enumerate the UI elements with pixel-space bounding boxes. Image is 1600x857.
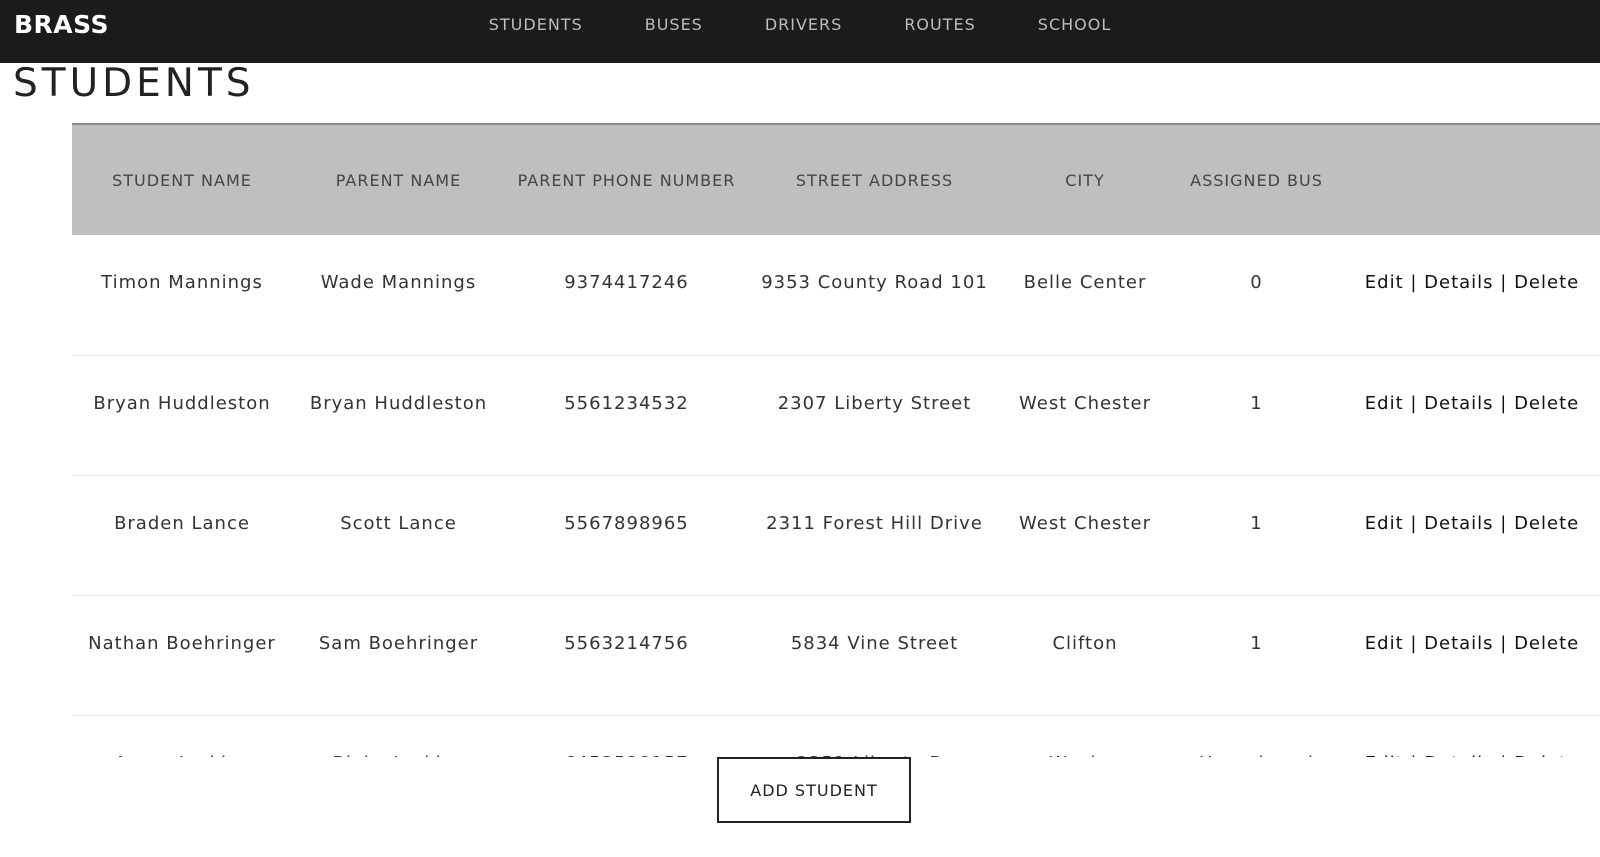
cell-parent-phone: 6453528157 xyxy=(505,715,748,758)
cell-street-address: 5834 Vine Street xyxy=(790,632,959,654)
cell-assigned-bus: 1 xyxy=(1250,512,1263,534)
cell-assigned-bus: 1 xyxy=(1250,392,1263,414)
header-city: CITY xyxy=(1001,123,1169,235)
nav-students[interactable]: STUDENTS xyxy=(458,0,614,50)
cell-assigned-bus: 1 xyxy=(1250,632,1263,654)
cell-parent-phone: 5561234532 xyxy=(564,392,689,414)
top-nav-bar: BRASS STUDENTS BUSES DRIVERS ROUTES SCHO… xyxy=(0,0,1600,63)
cell-street-address: 9353 County Road 101 xyxy=(761,272,988,293)
nav-drivers[interactable]: DRIVERS xyxy=(734,0,873,50)
nav-school[interactable]: SCHOOL xyxy=(1007,0,1142,50)
cell-city: West Chester xyxy=(1019,392,1151,414)
cell-parent-phone: 5567898965 xyxy=(564,512,689,534)
cell-actions: Edit | Details | Delete xyxy=(1344,235,1600,355)
table-header-row: STUDENT NAME PARENT NAME PARENT PHONE NU… xyxy=(72,123,1600,235)
cell-actions: Edit | Details | Delete xyxy=(1344,715,1600,758)
cell-city: Belle Center xyxy=(1023,272,1147,293)
header-actions xyxy=(1344,123,1600,235)
cell-student-name: Nathan Boehringer xyxy=(88,632,276,654)
header-parent-name: PARENT NAME xyxy=(292,123,505,235)
delete-link[interactable]: Delete xyxy=(1514,633,1579,654)
add-student-button[interactable]: ADD STUDENT xyxy=(717,757,911,823)
nav-routes[interactable]: ROUTES xyxy=(873,0,1006,50)
cell-street-address: 2311 Forest Hill Drive xyxy=(766,512,983,534)
cell-street-address: 2351 Liberty Dr xyxy=(748,715,1001,758)
cell-actions: Edit | Details | Delete xyxy=(1344,595,1600,715)
page-title: STUDENTS xyxy=(13,61,255,106)
delete-link[interactable]: Delete xyxy=(1514,272,1579,293)
edit-link[interactable]: Edit xyxy=(1365,753,1404,758)
cell-parent-phone: 5563214756 xyxy=(564,632,689,654)
cell-student-name: Timon Mannings xyxy=(101,272,263,293)
cell-parent-name: Bryan Huddleston xyxy=(309,392,488,414)
separator: | xyxy=(1403,632,1425,654)
table-row: Nathan Boehringer Sam Boehringer 5563214… xyxy=(72,595,1600,715)
separator: | xyxy=(1403,512,1425,534)
separator: | xyxy=(1494,753,1515,758)
nav-buses[interactable]: BUSES xyxy=(614,0,734,50)
delete-link[interactable]: Delete xyxy=(1514,513,1579,534)
cell-city: Clifton xyxy=(1052,632,1118,654)
separator: | xyxy=(1404,753,1425,758)
separator: | xyxy=(1493,512,1515,534)
table-row: Timon Mannings Wade Mannings 9374417246 … xyxy=(72,235,1600,355)
cell-parent-phone: 9374417246 xyxy=(564,272,689,293)
cell-assigned-bus: Unassigned xyxy=(1169,715,1344,758)
cell-student-name: Braden Lance xyxy=(114,512,250,534)
separator: | xyxy=(1403,272,1425,293)
details-link[interactable]: Details xyxy=(1424,393,1493,414)
details-link[interactable]: Details xyxy=(1424,272,1493,293)
separator: | xyxy=(1493,272,1515,293)
students-table-container[interactable]: STUDENT NAME PARENT NAME PARENT PHONE NU… xyxy=(72,123,1600,757)
cell-city: West Chester xyxy=(1019,512,1151,534)
delete-link[interactable]: Delete xyxy=(1514,393,1579,414)
table-row: Braden Lance Scott Lance 5567898965 2311… xyxy=(72,475,1600,595)
edit-link[interactable]: Edit xyxy=(1365,393,1404,414)
header-parent-phone: PARENT PHONE NUMBER xyxy=(505,123,748,235)
details-link[interactable]: Details xyxy=(1424,753,1493,758)
students-table: STUDENT NAME PARENT NAME PARENT PHONE NU… xyxy=(72,123,1600,757)
table-row: Bryan Huddleston Bryan Huddleston 556123… xyxy=(72,355,1600,475)
separator: | xyxy=(1403,392,1425,414)
separator: | xyxy=(1493,392,1515,414)
details-link[interactable]: Details xyxy=(1424,633,1493,654)
separator: | xyxy=(1493,632,1515,654)
edit-link[interactable]: Edit xyxy=(1365,513,1404,534)
cell-student-name: Aaron Jenkins xyxy=(72,715,292,758)
delete-link[interactable]: Delete xyxy=(1514,753,1579,758)
header-assigned-bus: ASSIGNED BUS xyxy=(1169,123,1344,235)
cell-street-address: 2307 Liberty Street xyxy=(777,392,972,414)
cell-city: Waylon xyxy=(1001,715,1169,758)
cell-assigned-bus: 0 xyxy=(1250,272,1263,293)
cell-parent-name: Blake Jenkins xyxy=(292,715,505,758)
edit-link[interactable]: Edit xyxy=(1365,272,1404,293)
cell-student-name: Bryan Huddleston xyxy=(93,392,271,414)
header-student-name: STUDENT NAME xyxy=(72,123,292,235)
cell-actions: Edit | Details | Delete xyxy=(1344,355,1600,475)
details-link[interactable]: Details xyxy=(1424,513,1493,534)
cell-parent-name: Sam Boehringer xyxy=(318,632,479,654)
cell-parent-name: Scott Lance xyxy=(340,512,457,534)
main-nav: STUDENTS BUSES DRIVERS ROUTES SCHOOL xyxy=(0,0,1600,50)
table-row: Aaron Jenkins Blake Jenkins 6453528157 2… xyxy=(72,715,1600,758)
header-street-address: STREET ADDRESS xyxy=(748,123,1001,235)
edit-link[interactable]: Edit xyxy=(1365,633,1404,654)
cell-actions: Edit | Details | Delete xyxy=(1344,475,1600,595)
cell-parent-name: Wade Mannings xyxy=(320,272,477,293)
